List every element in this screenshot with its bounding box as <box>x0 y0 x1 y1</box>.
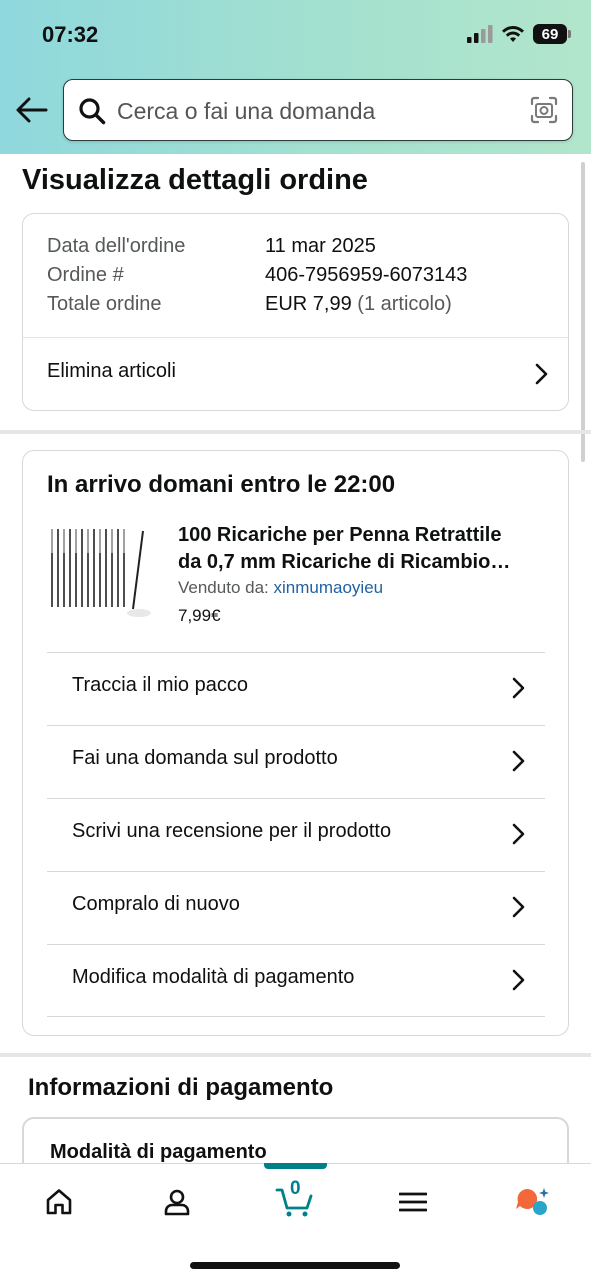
delete-items-label: Elimina articoli <box>47 360 176 382</box>
write-review-link[interactable]: Scrivi una recensione per il prodotto <box>47 798 545 871</box>
menu-icon <box>399 1192 427 1212</box>
delete-items-link[interactable]: Elimina articoli <box>23 338 568 410</box>
cart-count-badge: 0 <box>290 1178 301 1199</box>
section-separator <box>0 430 591 434</box>
back-button[interactable] <box>14 92 50 128</box>
chevron-right-icon <box>535 363 548 385</box>
page-title: Visualizza dettagli ordine <box>22 164 368 196</box>
chevron-right-icon <box>512 896 525 918</box>
nav-account[interactable] <box>157 1182 197 1222</box>
nav-menu[interactable] <box>393 1182 433 1222</box>
status-time: 07:32 <box>42 22 99 47</box>
search-placeholder: Cerca o fai una domanda <box>117 98 376 124</box>
order-summary-card: Data dell'ordine 11 mar 2025 Ordine # 40… <box>22 213 569 411</box>
chevron-right-icon <box>512 969 525 991</box>
app-header: 07:32 69 Cerca o fai una domanda <box>0 0 591 154</box>
action-label: Traccia il mio pacco <box>72 674 248 696</box>
order-date-row: Data dell'ordine 11 mar 2025 <box>47 235 376 258</box>
order-details-content[interactable]: Visualizza dettagli ordine Data dell'ord… <box>0 154 591 1164</box>
order-number-label: Ordine # <box>47 264 124 286</box>
change-payment-method-link[interactable]: Modifica modalità di pagamento <box>47 944 545 1017</box>
section-separator <box>0 1053 591 1057</box>
rufus-assistant-icon <box>516 1188 549 1215</box>
action-label: Scrivi una recensione per il prodotto <box>72 820 392 842</box>
chevron-right-icon <box>512 750 525 772</box>
product-price: 7,99€ <box>178 606 221 625</box>
nav-home[interactable] <box>39 1182 79 1222</box>
home-icon <box>46 1189 72 1215</box>
status-icons: 69 <box>467 24 571 44</box>
product-title-line-1: 100 Ricariche per Penna Retrattile <box>178 524 502 546</box>
battery-icon: 69 <box>533 24 571 44</box>
payment-info-title: Informazioni di pagamento <box>28 1074 334 1101</box>
back-arrow-icon <box>16 97 48 123</box>
account-icon <box>164 1189 190 1216</box>
delivery-status-title: In arrivo domani entro le 22:00 <box>47 471 396 498</box>
seller-info: Venduto da: xinmumaoyieu <box>178 578 383 598</box>
track-package-link[interactable]: Traccia il mio pacco <box>47 652 545 725</box>
payment-method-card[interactable]: Modalità di pagamento <box>22 1117 569 1164</box>
action-label: Modifica modalità di pagamento <box>72 966 355 988</box>
order-total-label: Totale ordine <box>47 293 162 315</box>
chevron-right-icon <box>512 677 525 699</box>
product-title-line-2: da 0,7 mm Ricariche di Ricambio… <box>178 551 511 573</box>
search-icon <box>79 98 106 125</box>
product-title-link[interactable]: 100 Ricariche per Penna Retrattile da 0,… <box>178 522 548 576</box>
search-input[interactable]: Cerca o fai una domanda <box>63 79 573 141</box>
battery-level: 69 <box>541 25 559 43</box>
home-indicator <box>190 1262 400 1269</box>
action-label: Compralo di nuovo <box>72 893 240 915</box>
ask-product-question-link[interactable]: Fai una domanda sul prodotto <box>47 725 545 798</box>
order-date-value: 11 mar 2025 <box>265 235 376 257</box>
payment-method-label: Modalità di pagamento <box>50 1141 267 1163</box>
chevron-right-icon <box>512 823 525 845</box>
order-date-label: Data dell'ordine <box>47 235 186 257</box>
order-number-value: 406-7956959-6073143 <box>265 264 468 286</box>
product-image[interactable] <box>47 523 157 623</box>
delivery-card: In arrivo domani entro le 22:00 100 Rica… <box>22 450 569 1036</box>
cellular-signal-icon <box>467 25 493 43</box>
order-total-amount: EUR 7,99 <box>265 293 352 315</box>
scrollbar[interactable] <box>581 162 585 462</box>
seller-link[interactable]: xinmumaoyieu <box>274 578 384 597</box>
action-label: Fai una domanda sul prodotto <box>72 747 338 769</box>
order-total-value: EUR 7,99 (1 articolo) <box>265 293 452 316</box>
order-total-row: Totale ordine EUR 7,99 (1 articolo) <box>47 293 452 316</box>
active-tab-indicator <box>264 1163 327 1169</box>
camera-lens-icon[interactable] <box>530 96 558 124</box>
buy-again-link[interactable]: Compralo di nuovo <box>47 871 545 944</box>
sold-by-label: Venduto da: <box>178 578 269 597</box>
wifi-icon <box>502 26 524 42</box>
order-number-row: Ordine # 406-7956959-6073143 <box>47 264 467 287</box>
nav-rufus[interactable] <box>512 1182 552 1222</box>
order-total-items: (1 articolo) <box>357 293 452 315</box>
